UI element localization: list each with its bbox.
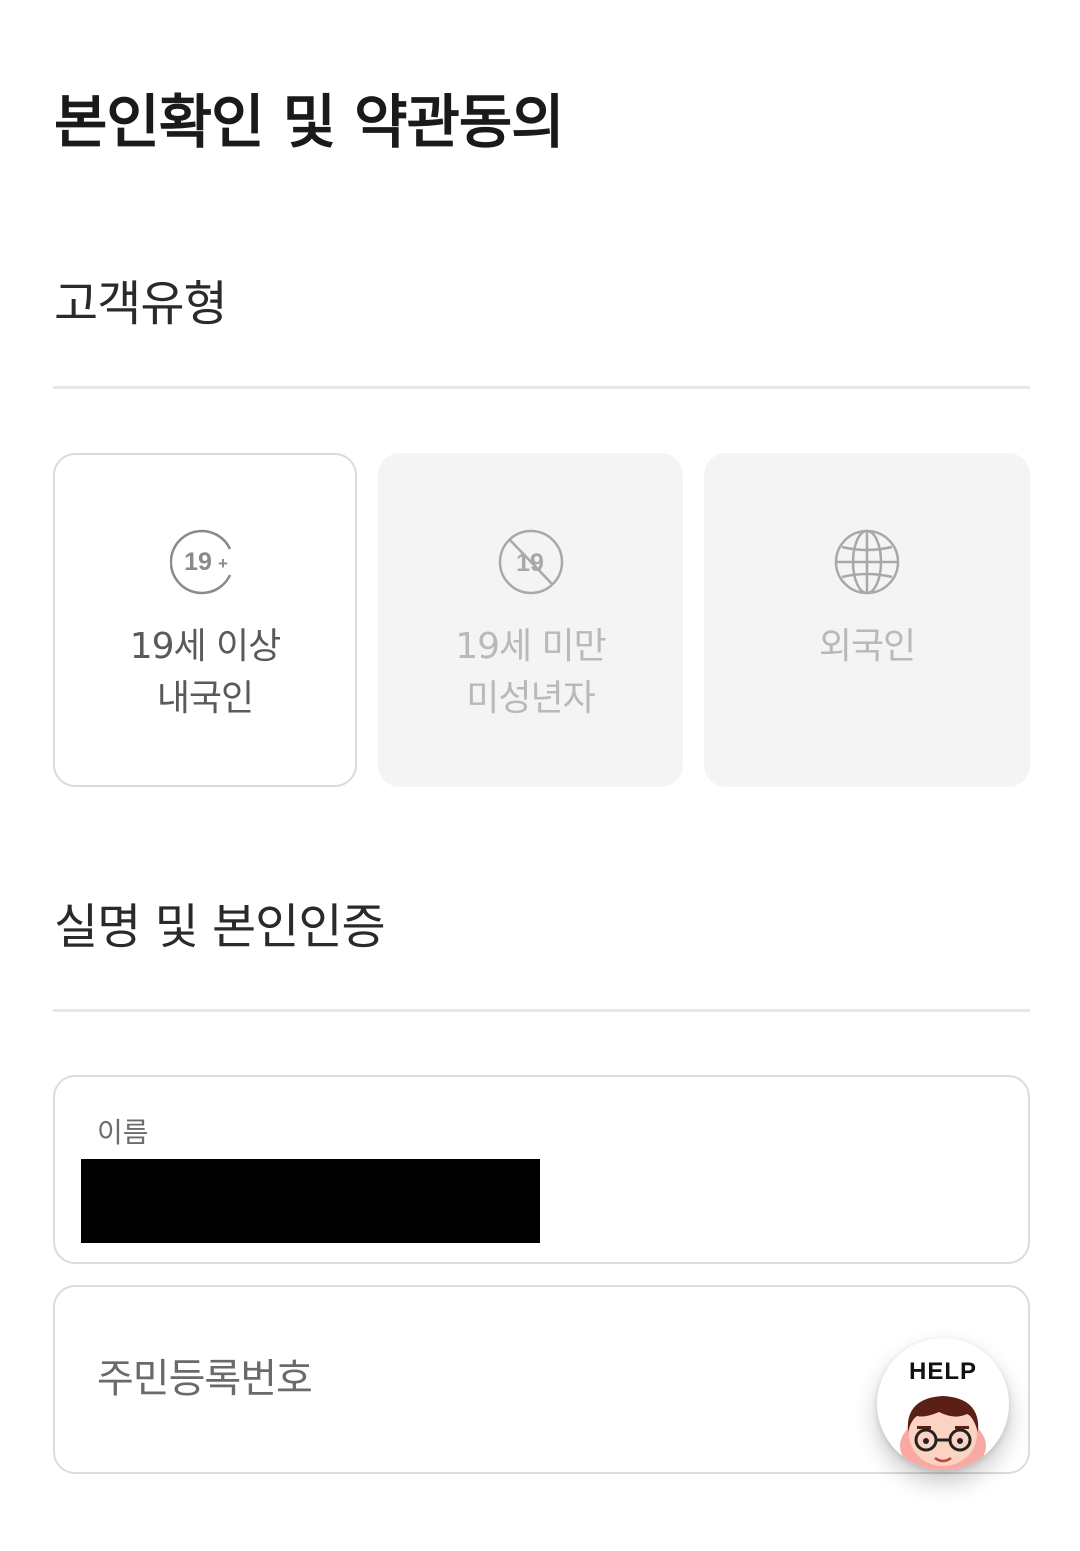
verification-divider bbox=[53, 1009, 1030, 1012]
adult-icon-plus: + bbox=[218, 554, 228, 573]
option-label: 19세 미만 미성년자 bbox=[380, 621, 681, 725]
name-field-label: 이름 bbox=[97, 1116, 149, 1149]
rrn-field-placeholder: 주민등록번호 bbox=[97, 1356, 313, 1402]
globe-icon bbox=[834, 529, 900, 595]
option-adult-domestic[interactable]: 19 + 19세 이상 내국인 bbox=[53, 453, 357, 787]
option-label-line2: 내국인 bbox=[156, 678, 254, 719]
name-field[interactable]: 이름 bbox=[53, 1075, 1030, 1264]
option-label-line2: 미성년자 bbox=[466, 678, 595, 719]
customer-type-divider bbox=[53, 386, 1030, 389]
help-mascot-icon bbox=[900, 1396, 986, 1470]
option-label-line1: 외국인 bbox=[818, 626, 916, 667]
option-label-line1: 19세 미만 bbox=[455, 626, 607, 667]
option-label: 외국인 bbox=[706, 621, 1028, 673]
adult-icon-number: 19 bbox=[184, 548, 212, 576]
option-foreigner[interactable]: 외국인 bbox=[704, 453, 1030, 787]
customer-type-title: 고객유형 bbox=[54, 276, 228, 332]
option-minor[interactable]: 19 19세 미만 미성년자 bbox=[378, 453, 683, 787]
page-title: 본인확인 및 약관동의 bbox=[54, 88, 565, 156]
help-button-label: HELP bbox=[908, 1358, 977, 1385]
verification-title: 실명 및 본인인증 bbox=[54, 899, 386, 955]
help-button[interactable]: HELP bbox=[877, 1338, 1009, 1470]
option-label-line1: 19세 이상 bbox=[129, 626, 282, 667]
adult-19-plus-icon: 19 + bbox=[170, 529, 232, 595]
name-redaction bbox=[81, 1159, 540, 1243]
no-19-icon: 19 bbox=[498, 529, 563, 595]
option-label: 19세 이상 내국인 bbox=[55, 621, 355, 725]
